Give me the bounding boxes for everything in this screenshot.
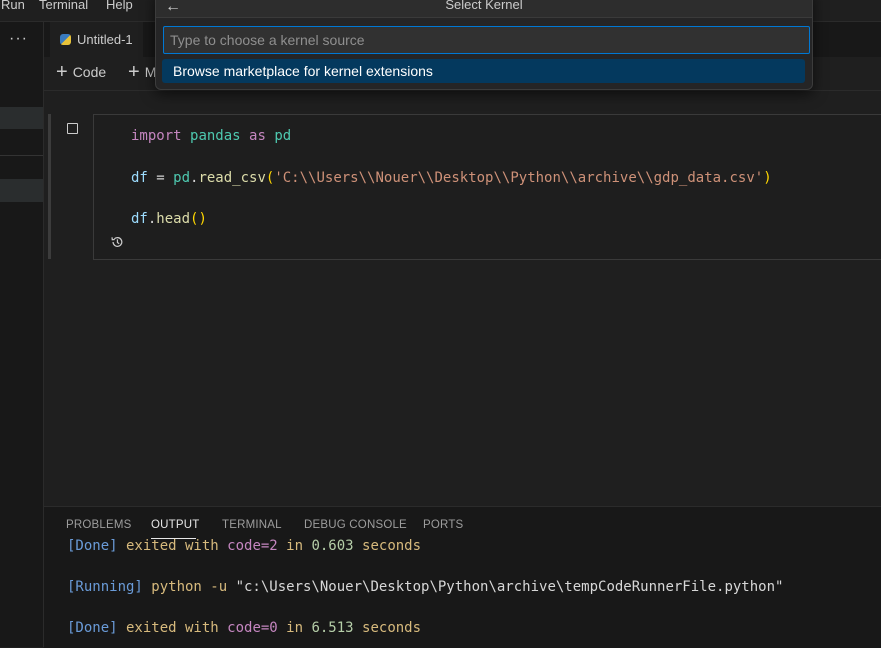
code-line-3: df.head() (131, 211, 207, 227)
plus-icon: + (56, 61, 68, 83)
sidebar: ··· (0, 22, 44, 647)
output-line-2: [Running] python -u "c:\Users\Nouer\Desk… (67, 579, 784, 595)
ellipsis-icon[interactable]: ··· (9, 30, 28, 48)
tab-untitled-1[interactable]: Untitled-1 (50, 22, 143, 57)
plus-icon: + (128, 61, 140, 83)
tab-debug-console[interactable]: DEBUG CONSOLE (304, 519, 407, 531)
tab-output[interactable]: OUTPUT (151, 519, 199, 531)
arrow-left-icon[interactable]: ← (165, 0, 181, 19)
code-line-1: import pandas as pd (131, 128, 292, 144)
output-line-1: [Done] exited with code=2 in 0.603 secon… (67, 538, 422, 554)
sidebar-item-highlighted[interactable] (0, 179, 43, 202)
add-code-label: Code (72, 64, 107, 80)
sidebar-divider (0, 155, 43, 156)
tab-problems[interactable]: PROBLEMS (66, 519, 132, 531)
code-cell-editor[interactable]: import pandas as pd df = pd.read_csv('C:… (93, 114, 881, 260)
select-kernel-quick-pick: ← Select Kernel Browse marketplace for k… (155, 0, 813, 90)
tab-label: Untitled-1 (77, 32, 133, 47)
run-cell-icon[interactable] (67, 123, 78, 134)
menu-run[interactable]: Run (1, 0, 25, 12)
kernel-source-search-input[interactable] (163, 26, 810, 54)
python-file-icon (60, 34, 71, 45)
quick-pick-title: ← Select Kernel (156, 0, 812, 18)
tab-terminal[interactable]: TERMINAL (222, 519, 282, 531)
menu-help[interactable]: Help (106, 0, 133, 12)
output-line-3: [Done] exited with code=0 in 6.513 secon… (67, 620, 422, 636)
quick-pick-title-text: Select Kernel (445, 0, 523, 12)
sidebar-item-selected[interactable] (0, 107, 43, 129)
cell-focus-indicator (48, 114, 51, 259)
add-code-cell-button[interactable]: + Code (56, 61, 107, 83)
browse-marketplace-item[interactable]: Browse marketplace for kernel extensions (162, 59, 805, 83)
menu-terminal[interactable]: Terminal (39, 0, 88, 12)
add-markdown-cell-button[interactable]: + M (128, 61, 156, 83)
tab-ports[interactable]: PORTS (423, 519, 463, 531)
history-icon[interactable] (110, 235, 124, 249)
bottom-panel: PROBLEMS OUTPUT TERMINAL DEBUG CONSOLE P… (44, 506, 881, 648)
code-line-2: df = pd.read_csv('C:\\Users\\Nouer\\Desk… (131, 170, 772, 186)
